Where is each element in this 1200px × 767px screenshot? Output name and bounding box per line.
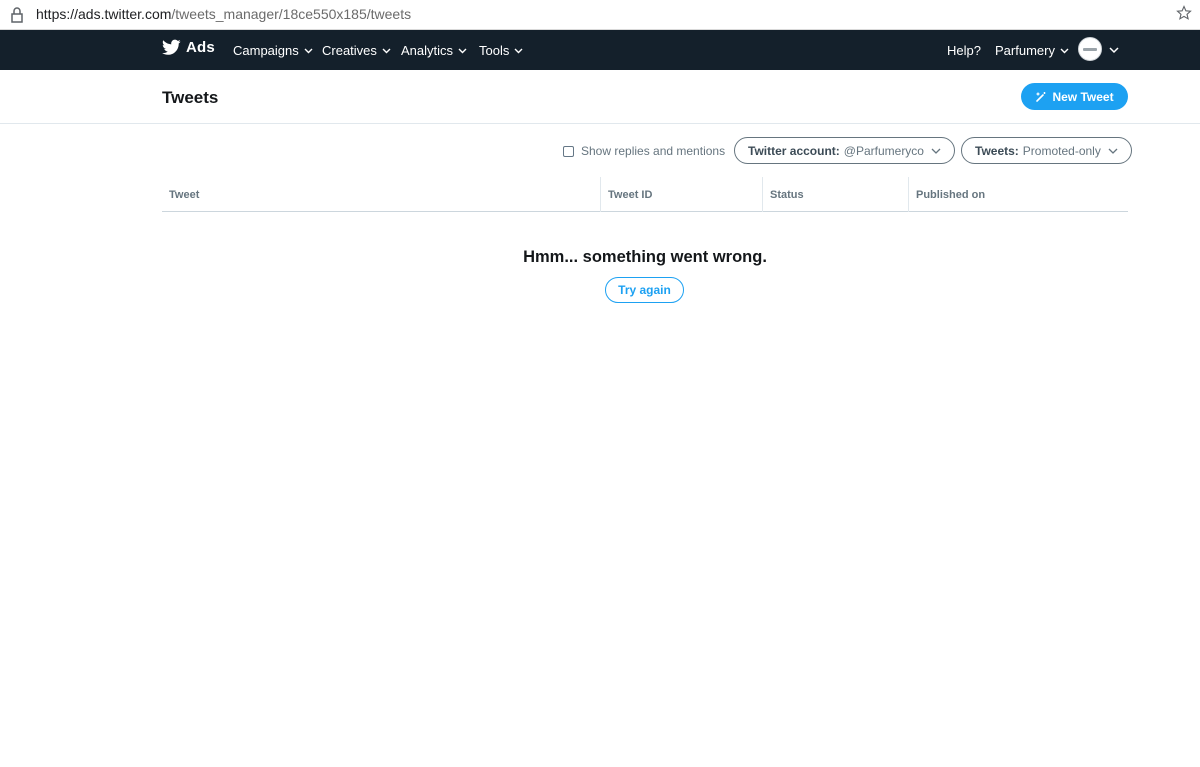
tweets-type-label: Tweets:: [975, 143, 1019, 158]
chevron-down-icon: [1060, 48, 1069, 53]
chevron-down-icon: [304, 48, 313, 53]
page-header: Tweets New Tweet: [0, 70, 1200, 124]
url-host: https://ads.twitter.com: [36, 6, 172, 22]
nav-tools-label: Tools: [479, 43, 510, 58]
nav-analytics[interactable]: Analytics: [401, 43, 467, 58]
column-header-tweet[interactable]: Tweet: [162, 177, 600, 212]
avatar-menu-chevron-icon[interactable]: [1109, 47, 1119, 54]
tweets-type-dropdown[interactable]: Tweets: Promoted-only: [961, 137, 1132, 164]
tweets-table-header: Tweet Tweet ID Status Published on: [162, 177, 1128, 212]
chevron-down-icon: [1108, 148, 1118, 154]
compose-sparkle-icon: [1036, 91, 1046, 102]
page-title: Tweets: [162, 88, 219, 107]
browser-address-bar: https://ads.twitter.com/tweets_manager/1…: [0, 0, 1200, 30]
tweets-type-value: Promoted-only: [1022, 143, 1101, 158]
avatar[interactable]: [1078, 37, 1102, 61]
twitter-account-dropdown[interactable]: Twitter account: @Parfumeryco: [734, 137, 955, 164]
chevron-down-icon: [382, 48, 391, 53]
twitter-account-label: Twitter account:: [748, 143, 840, 158]
bookmark-star-icon[interactable]: [1176, 5, 1192, 21]
help-link[interactable]: Help?: [947, 43, 981, 58]
lock-icon: [11, 7, 23, 23]
column-header-published-on[interactable]: Published on: [908, 177, 1128, 212]
show-replies-checkbox[interactable]: [563, 145, 574, 157]
account-name: Parfumery: [995, 43, 1055, 58]
brand-label: Ads: [186, 39, 215, 56]
error-message: Hmm... something went wrong.: [523, 248, 767, 266]
top-navigation: Ads Campaigns Creatives Analytics Tools …: [0, 30, 1200, 70]
twitter-ads-logo[interactable]: Ads: [162, 39, 215, 56]
url-path: /tweets_manager/18ce550x185/tweets: [171, 6, 412, 22]
column-header-tweet-id[interactable]: Tweet ID: [600, 177, 762, 212]
nav-creatives[interactable]: Creatives: [322, 43, 391, 58]
nav-creatives-label: Creatives: [322, 43, 377, 58]
show-replies-toggle[interactable]: Show replies and mentions: [563, 144, 725, 158]
column-header-status[interactable]: Status: [762, 177, 908, 212]
chevron-down-icon: [931, 148, 941, 154]
new-tweet-button[interactable]: New Tweet: [1021, 83, 1128, 110]
chevron-down-icon: [514, 48, 523, 53]
chevron-down-icon: [458, 48, 467, 53]
twitter-account-value: @Parfumeryco: [843, 143, 924, 158]
url-field[interactable]: https://ads.twitter.com/tweets_manager/1…: [36, 6, 411, 22]
new-tweet-label: New Tweet: [1052, 89, 1114, 104]
account-switcher[interactable]: Parfumery: [995, 43, 1069, 58]
show-replies-label: Show replies and mentions: [581, 144, 726, 158]
twitter-bird-icon: [162, 39, 181, 55]
nav-analytics-label: Analytics: [401, 43, 454, 58]
nav-tools[interactable]: Tools: [479, 43, 523, 58]
nav-campaigns[interactable]: Campaigns: [233, 43, 313, 58]
try-again-button[interactable]: Try again: [605, 277, 684, 303]
nav-campaigns-label: Campaigns: [233, 43, 299, 58]
help-label: Help?: [947, 43, 981, 58]
